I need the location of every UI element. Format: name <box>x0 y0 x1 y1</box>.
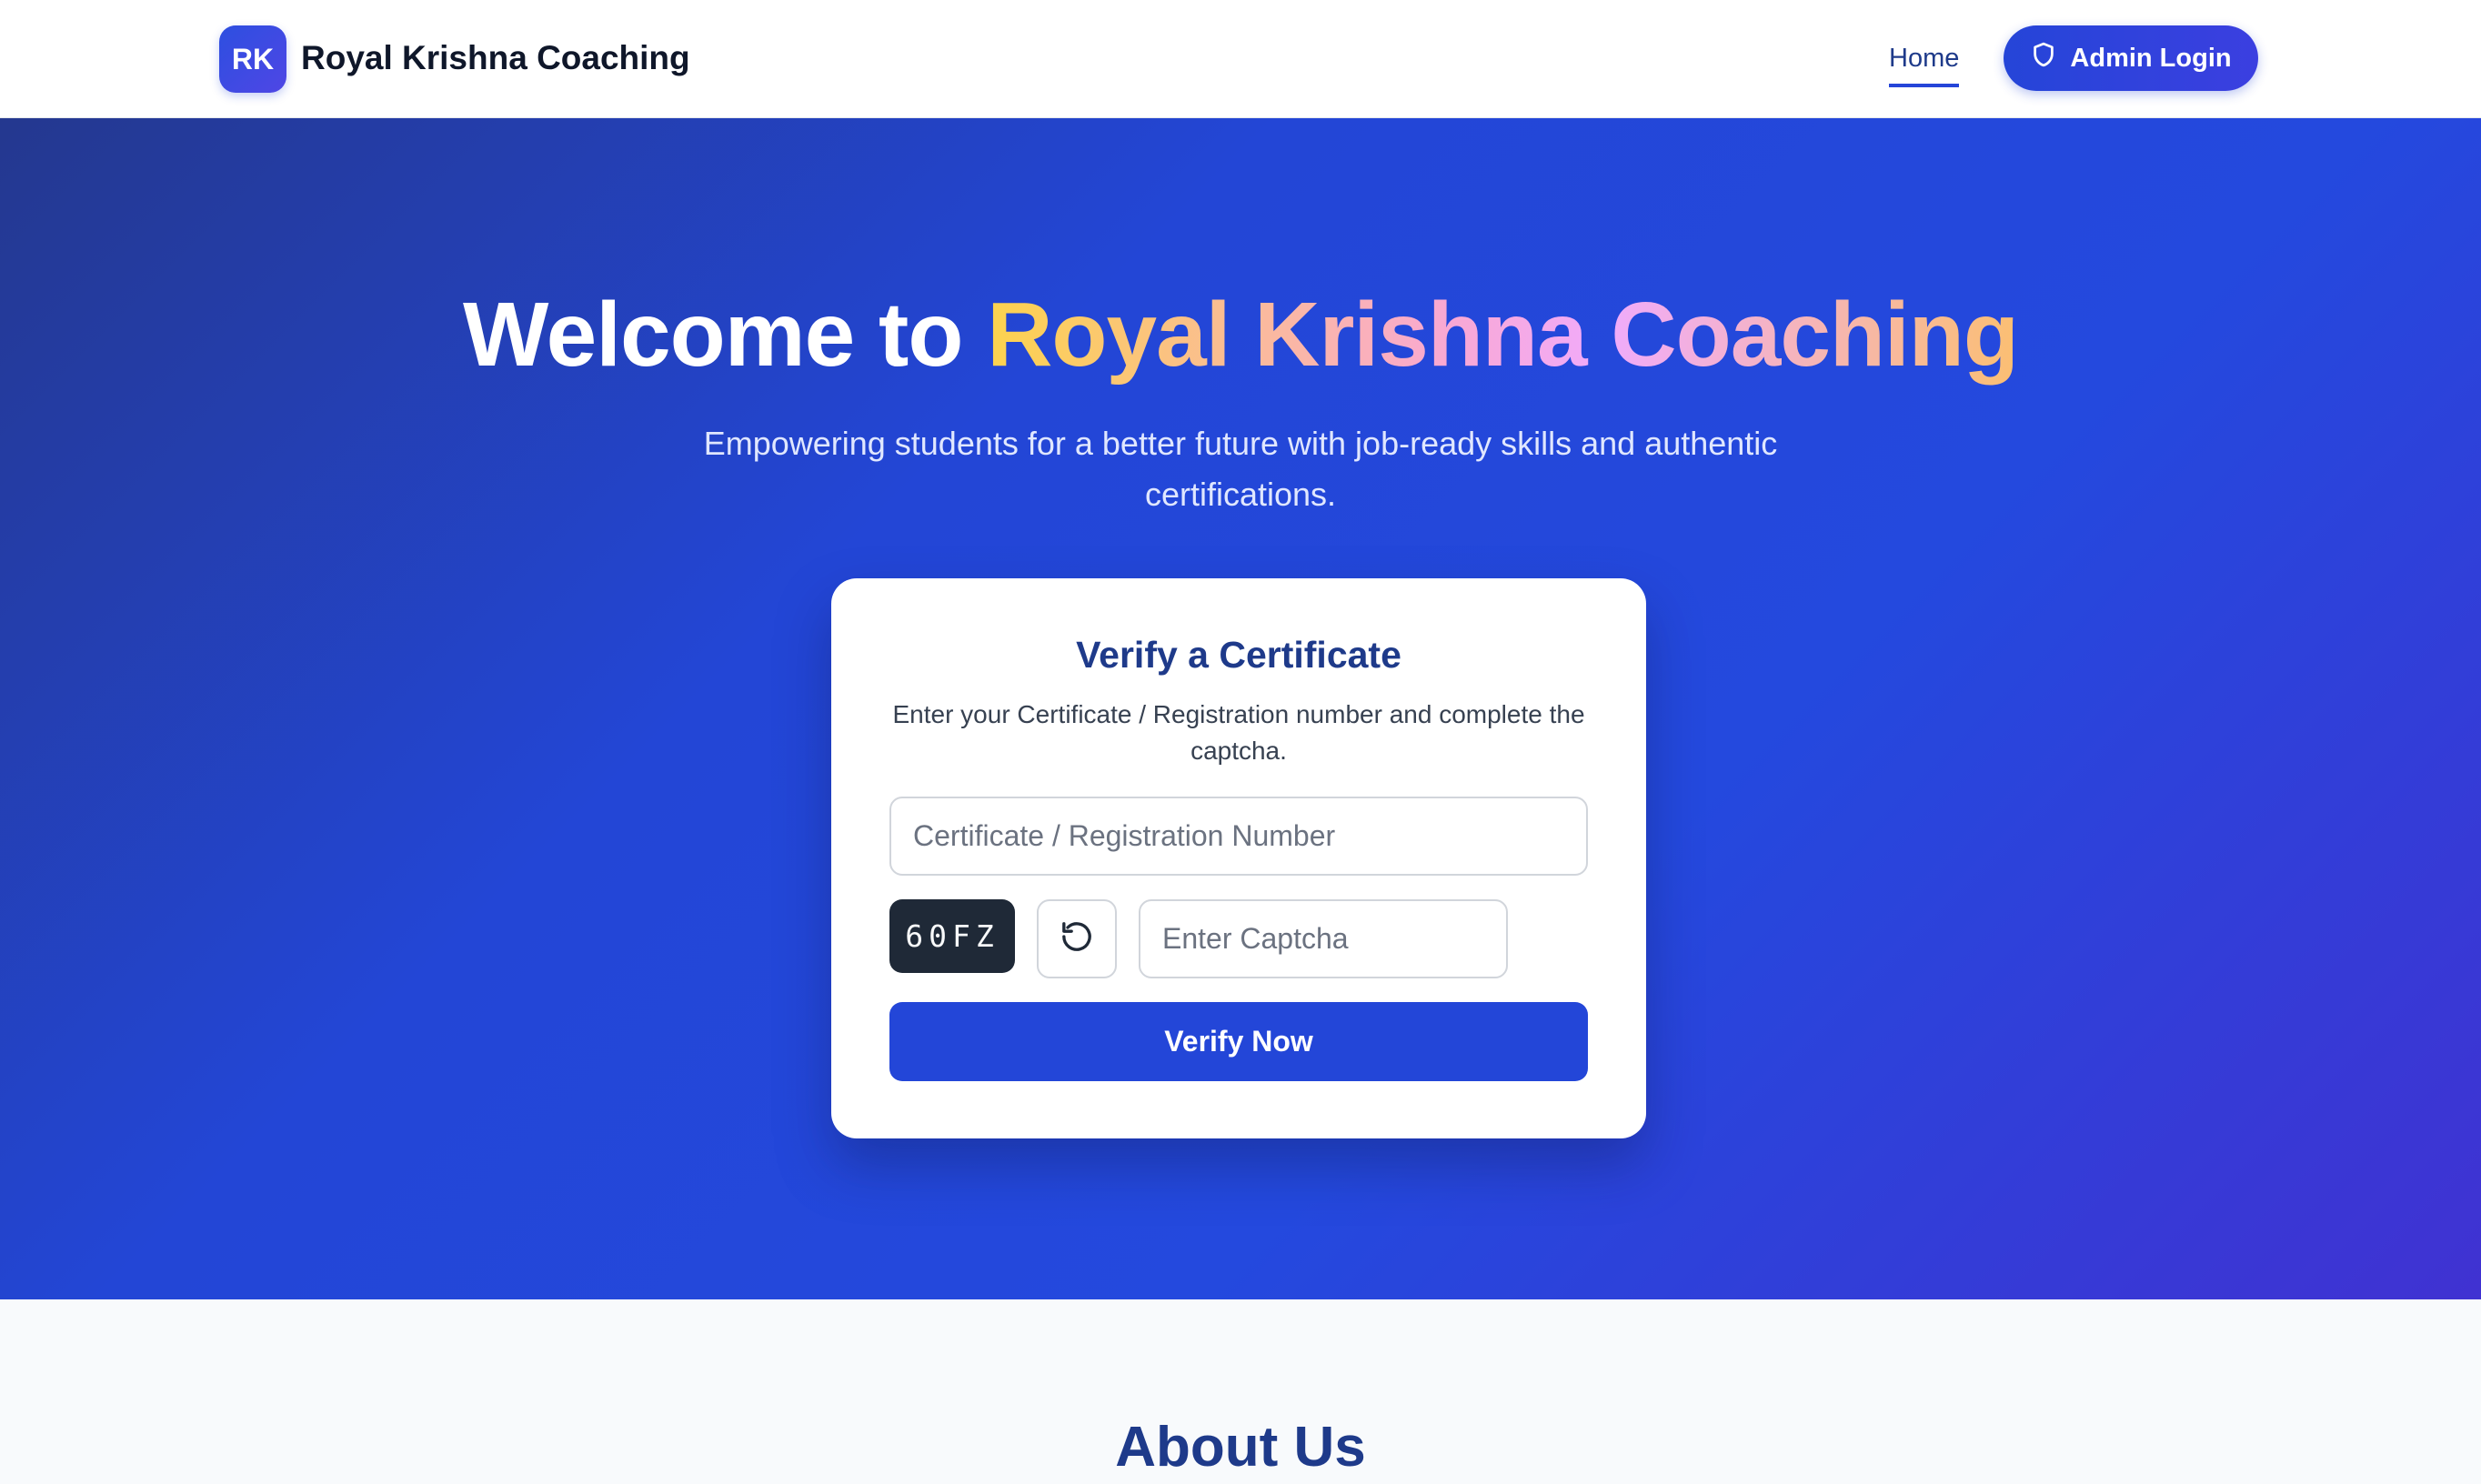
verify-certificate-card: Verify a Certificate Enter your Certific… <box>831 578 1646 1138</box>
admin-login-label: Admin Login <box>2070 43 2232 73</box>
hero-title: Welcome to Royal Krishna Coaching <box>0 280 2481 389</box>
logo-badge[interactable]: RK <box>219 25 286 93</box>
refresh-icon <box>1059 918 1095 959</box>
hero-section: Welcome to Royal Krishna Coaching Empowe… <box>0 118 2481 1299</box>
verify-now-button[interactable]: Verify Now <box>889 1002 1588 1081</box>
navbar: RK Royal Krishna Coaching Home Admin Log… <box>0 0 2481 118</box>
hero-subtitle: Empowering students for a better future … <box>703 425 1778 513</box>
nav-link-home[interactable]: Home <box>1889 38 1960 87</box>
admin-login-button[interactable]: Admin Login <box>2004 25 2258 91</box>
verify-card-description: Enter your Certificate / Registration nu… <box>892 700 1585 765</box>
hero-title-prefix: Welcome to <box>463 284 988 386</box>
verify-card-title: Verify a Certificate <box>1076 634 1401 676</box>
brand-name[interactable]: Royal Krishna Coaching <box>301 35 690 82</box>
certificate-number-input[interactable] <box>889 797 1588 876</box>
about-us-heading: About Us <box>1115 1416 1366 1479</box>
shield-icon <box>2030 41 2057 75</box>
refresh-captcha-button[interactable] <box>1037 899 1117 978</box>
captcha-input[interactable] <box>1139 899 1508 978</box>
captcha-code: 60FZ <box>889 899 1015 973</box>
hero-title-highlight: Royal Krishna Coaching <box>987 284 2019 386</box>
